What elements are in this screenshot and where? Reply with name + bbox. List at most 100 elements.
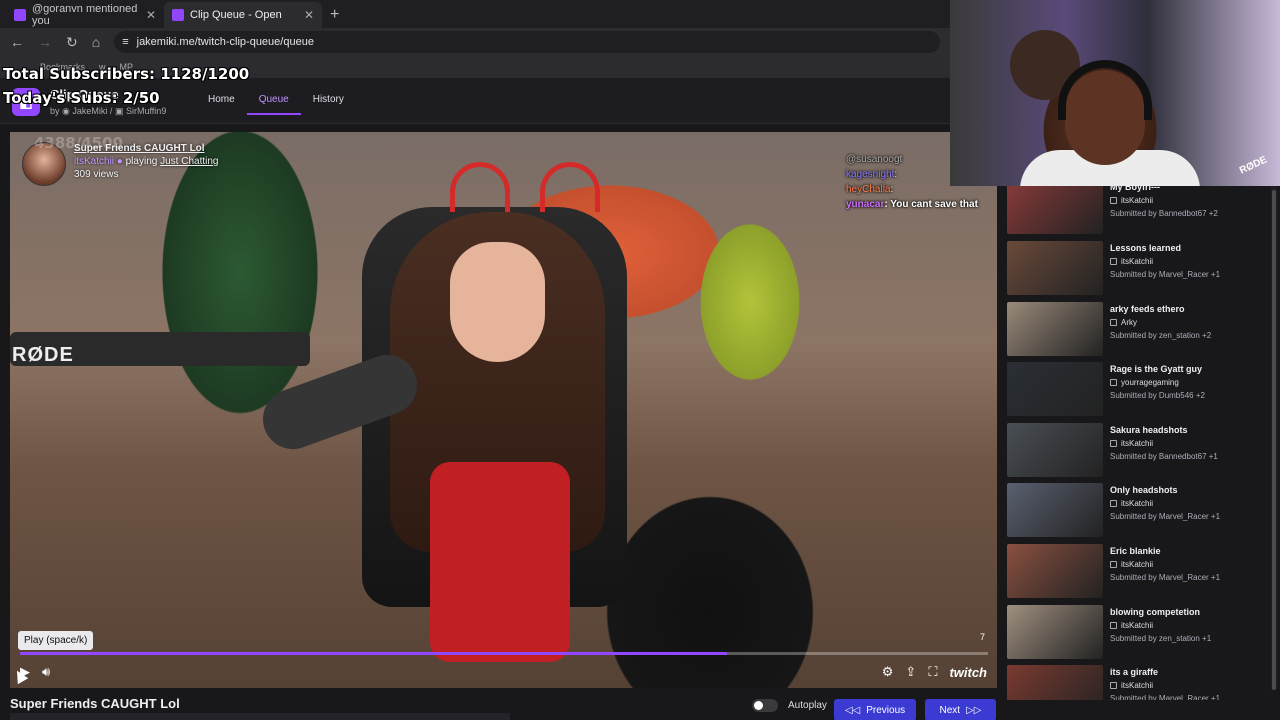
seek-count: 7 <box>979 632 985 642</box>
nav-queue[interactable]: Queue <box>246 94 301 115</box>
queue-item-channel: itsKatchii <box>1110 621 1153 630</box>
volume-icon[interactable]: 🔊︎ <box>42 664 50 680</box>
queue-item-submitter: Submitted by Marvel_Racer +1 <box>1110 573 1221 582</box>
fullscreen-icon[interactable]: ⛶ <box>928 664 937 680</box>
queue-item-thumbnail[interactable] <box>1007 544 1103 598</box>
forward-icon[interactable]: → <box>38 34 52 50</box>
clip-queue-favicon-icon <box>172 9 184 21</box>
tab-label: @goranvn mentioned you <box>32 3 138 27</box>
queue-item-submitter: Submitted by zen_station +1 <box>1110 634 1212 643</box>
queue-item-thumbnail[interactable] <box>1007 186 1103 234</box>
video-player[interactable]: RØDE Super Friends CAUGHT Lol itsKatchii… <box>10 132 997 688</box>
queue-item-thumbnail[interactable] <box>1007 423 1103 477</box>
queue-item-submitter: Submitted by Bannedbot67 +2 <box>1110 209 1218 218</box>
autoplay-control[interactable]: Autoplay <box>752 699 827 712</box>
share-icon[interactable]: ⇪ <box>905 664 916 680</box>
browser-tab-bar: @goranvn mentioned you ✕ Clip Queue - Op… <box>0 0 950 28</box>
new-tab-icon[interactable]: + <box>322 6 347 28</box>
queue-item[interactable]: arky feeds ethero Arky Submitted by zen_st… <box>1007 302 1267 358</box>
queue-item[interactable]: Rage is the Gyatt guy yourragegaming Submi… <box>1007 362 1267 418</box>
channel-icon <box>1110 319 1117 326</box>
queue-scrollbar-thumb[interactable] <box>1272 190 1276 690</box>
queue-item-channel: itsKatchii <box>1110 681 1153 690</box>
channel-icon <box>1110 197 1117 204</box>
queue-item-title: Rage is the Gyatt guy <box>1110 364 1203 374</box>
verified-icon: ● <box>116 156 123 167</box>
queue-item-channel-name: Arky <box>1121 318 1137 327</box>
next-button[interactable]: Next ▷▷ <box>925 699 996 720</box>
queue-item[interactable]: Lessons learned itsKatchii Submitted by Ma… <box>1007 241 1267 297</box>
streamer-dress <box>430 462 570 662</box>
queue-item-channel-name: itsKatchii <box>1121 439 1154 448</box>
tab-clip-queue[interactable]: Clip Queue - Open ✕ <box>164 2 322 28</box>
queue-item-channel-name: itsKatchii <box>1121 499 1154 508</box>
site-info-icon[interactable]: ≡ <box>122 36 128 48</box>
queue-item-channel: itsKatchii <box>1110 257 1153 266</box>
autoplay-toggle[interactable] <box>752 699 778 712</box>
todays-subs-overlay: Today's Subs: 2/50 <box>3 89 160 107</box>
home-icon[interactable]: ⌂ <box>92 34 100 50</box>
queue-item-submitter: Submitted by zen_station +2 <box>1110 331 1212 340</box>
previous-button[interactable]: ◁◁ Previous <box>834 699 916 720</box>
queue-item-submitter: Submitted by Marvel_Racer +1 <box>1110 270 1221 279</box>
queue-item-title: Only headshots <box>1110 485 1178 495</box>
app-authors: by ◉ JakeMiki / ▣ SirMuffin9 <box>50 106 167 116</box>
nav-home[interactable]: Home <box>196 94 247 115</box>
total-subscribers-overlay: Total Subscribers: 1128/1200 <box>3 65 250 83</box>
queue-item[interactable]: Sakura headshots itsKatchii Submitted by B… <box>1007 423 1267 479</box>
rewind-icon: ◁◁ <box>844 704 861 716</box>
queue-item-submitter: Submitted by Marvel_Racer +1 <box>1110 694 1221 700</box>
url-text: jakemiki.me/twitch-clip-queue/queue <box>136 36 314 48</box>
queue-item-thumbnail[interactable] <box>1007 665 1103 700</box>
queue-item-channel-name: itsKatchii <box>1121 681 1154 690</box>
twitch-icon: ▣ <box>114 106 124 116</box>
queue-item[interactable]: Only headshots itsKatchii Submitted by Mar… <box>1007 483 1267 539</box>
channel-link[interactable]: itsKatchii <box>74 156 114 167</box>
close-tab-icon[interactable]: ✕ <box>146 8 156 22</box>
back-icon[interactable]: ← <box>10 34 24 50</box>
queue-item-thumbnail[interactable] <box>1007 241 1103 295</box>
game-link[interactable]: Just Chatting <box>160 156 218 167</box>
queue-item[interactable]: My Boyfri--- itsKatchii Submitted by Banne… <box>1007 186 1267 236</box>
queue-item[interactable]: Eric blankie itsKatchii Submitted by Marve… <box>1007 544 1267 600</box>
queue-item-thumbnail[interactable] <box>1007 605 1103 659</box>
main-nav: Home Queue History <box>196 94 356 115</box>
queue-item-title: Eric blankie <box>1110 546 1161 556</box>
queue-item-channel: Arky <box>1110 318 1137 327</box>
close-tab-icon[interactable]: ✕ <box>304 8 314 22</box>
channel-icon <box>1110 440 1117 447</box>
queue-item-channel-name: itsKatchii <box>1121 560 1154 569</box>
queue-item[interactable]: its a giraffe itsKatchii Submitted by Marv… <box>1007 665 1267 700</box>
progress-fill <box>20 652 727 655</box>
queue-item-channel: itsKatchii <box>1110 439 1153 448</box>
faint-count-overlay: 4388/4500 <box>34 134 123 152</box>
queue-item-title: Lessons learned <box>1110 243 1182 253</box>
mic-brand-text: RØDE <box>12 344 74 366</box>
twitch-logo[interactable]: twitch <box>949 665 987 680</box>
queue-item-channel-name: itsKatchii <box>1121 621 1154 630</box>
queue-item-thumbnail[interactable] <box>1007 483 1103 537</box>
queue-item-title: blowing competetion <box>1110 607 1200 617</box>
reload-icon[interactable]: ↻ <box>66 34 78 51</box>
nav-history[interactable]: History <box>301 94 356 115</box>
queue-item-thumbnail[interactable] <box>1007 302 1103 356</box>
queue-item-channel: itsKatchii <box>1110 560 1153 569</box>
settings-icon[interactable]: ⚙ <box>882 664 894 680</box>
queue-item-title: My Boyfri--- <box>1110 186 1160 192</box>
fast-forward-icon: ▷▷ <box>966 704 982 716</box>
player-controls: ▶ 🔊︎ ⚙ ⇪ ⛶ twitch <box>10 660 997 684</box>
url-field[interactable]: ≡ jakemiki.me/twitch-clip-queue/queue <box>114 31 940 53</box>
queue-item[interactable]: blowing competetion itsKatchii Submitted b… <box>1007 605 1267 661</box>
clip-subinfo-cutoff <box>10 713 510 720</box>
queue-item-title: arky feeds ethero <box>1110 304 1185 314</box>
current-clip-title: Super Friends CAUGHT Lol <box>10 696 180 711</box>
twitch-favicon-icon <box>14 9 26 21</box>
queue-item-thumbnail[interactable] <box>1007 362 1103 416</box>
autoplay-label: Autoplay <box>788 700 827 711</box>
queue-item-channel: itsKatchii <box>1110 196 1153 205</box>
progress-bar[interactable] <box>20 652 988 655</box>
channel-icon <box>1110 379 1117 386</box>
queue-item-channel-name: itsKatchii <box>1121 196 1154 205</box>
tab-mentions[interactable]: @goranvn mentioned you ✕ <box>6 2 164 28</box>
queue-item-submitter: Submitted by Dumb546 +2 <box>1110 391 1205 400</box>
